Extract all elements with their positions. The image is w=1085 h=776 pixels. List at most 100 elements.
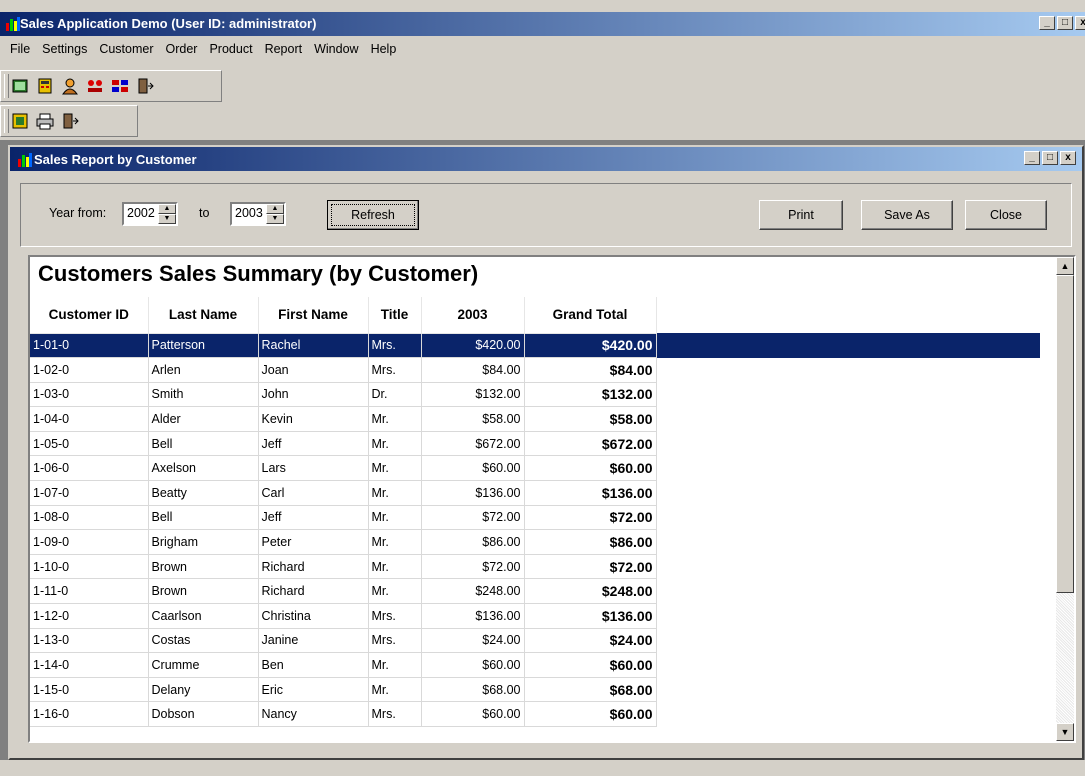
cell-customer-id: 1-11-0 [30,578,149,605]
year-to-up-arrow[interactable]: ▲ [266,204,284,214]
table-row[interactable]: 1-05-0 Bell Jeff Mr. $672.00 $672.00 [30,431,1040,457]
cell-grand-total: $58.00 [524,406,657,432]
close-report-button[interactable]: Close [965,200,1047,230]
menu-product[interactable]: Product [203,42,258,56]
cell-first-name: Nancy [258,701,369,727]
child-maximize-button[interactable]: □ [1042,151,1058,165]
year-from-value[interactable]: 2002 [127,206,155,220]
cell-last-name: Bell [148,505,259,531]
scroll-down-arrow[interactable]: ▼ [1056,723,1074,741]
table-row[interactable]: 1-12-0 Caarlson Christina Mrs. $136.00 $136.0… [30,603,1040,629]
year-from-up-arrow[interactable]: ▲ [158,204,176,214]
year-from-label: Year from: [49,206,107,220]
table-row[interactable]: 1-15-0 Delany Eric Mr. $68.00 $68.00 [30,677,1040,703]
close-button[interactable]: x [1075,16,1085,30]
table-row[interactable]: 1-11-0 Brown Richard Mr. $248.00 $248.00 [30,578,1040,605]
cell-grand-total: $24.00 [524,628,657,654]
cell-grand-total: $136.00 [524,480,657,506]
year-to-spinner[interactable]: 2003 ▲ ▼ [230,202,286,226]
exit-door-icon[interactable] [61,112,79,130]
cell-grand-total: $72.00 [524,505,657,531]
cell-title: Mrs. [368,603,422,629]
scroll-up-arrow[interactable]: ▲ [1056,257,1074,275]
table-row[interactable]: 1-08-0 Bell Jeff Mr. $72.00 $72.00 [30,505,1040,531]
cell-last-name: Alder [148,406,259,432]
maximize-button[interactable]: □ [1057,16,1073,30]
table-row[interactable]: 1-13-0 Costas Janine Mrs. $24.00 $24.00 [30,628,1040,654]
save-as-button[interactable]: Save As [861,200,953,230]
menu-file[interactable]: File [4,42,36,56]
cell-grand-total: $86.00 [524,529,657,555]
cell-title: Mr. [368,677,422,703]
cell-2003: $136.00 [421,480,525,506]
cell-grand-total: $60.00 [524,455,657,482]
cell-last-name: Delany [148,677,259,703]
cell-title: Mr. [368,554,422,580]
table-row[interactable]: 1-06-0 Axelson Lars Mr. $60.00 $60.00 [30,455,1040,482]
year-to-value[interactable]: 2003 [235,206,263,220]
child-window-controls: _ □ x [1022,151,1076,165]
vertical-scrollbar[interactable]: ▲ ▼ [1056,257,1074,741]
cell-last-name: Dobson [148,701,259,727]
child-close-button[interactable]: x [1060,151,1076,165]
cell-grand-total: $68.00 [524,677,657,703]
refresh-button[interactable]: Refresh [327,200,419,230]
col-title: Title [368,297,422,334]
app-title-bar[interactable]: Sales Application Demo (User ID: adminis… [0,12,1085,36]
child-title: Sales Report by Customer [34,152,197,167]
cell-2003: $24.00 [421,628,525,654]
cell-title: Mr. [368,578,422,605]
product-icon[interactable] [111,77,129,95]
cell-2003: $68.00 [421,677,525,703]
cell-title: Mr. [368,406,422,432]
open-book-icon[interactable] [11,77,29,95]
cell-title: Mrs. [368,357,422,383]
menu-help[interactable]: Help [365,42,403,56]
cell-customer-id: 1-05-0 [30,431,149,457]
table-row[interactable]: 1-14-0 Crumme Ben Mr. $60.00 $60.00 [30,652,1040,678]
cell-first-name: Christina [258,603,369,629]
cell-title: Mrs. [368,628,422,654]
cell-grand-total: $132.00 [524,382,657,408]
cell-title: Mr. [368,529,422,555]
table-row[interactable]: 1-09-0 Brigham Peter Mr. $86.00 $86.00 [30,529,1040,555]
cell-customer-id: 1-06-0 [30,455,149,482]
table-row[interactable]: 1-04-0 Alder Kevin Mr. $58.00 $58.00 [30,406,1040,432]
year-from-spinner[interactable]: 2002 ▲ ▼ [122,202,178,226]
customer-icon[interactable] [61,77,79,95]
cell-first-name: Kevin [258,406,369,432]
print-button[interactable]: Print [759,200,843,230]
year-to-label: to [199,206,210,220]
menu-report[interactable]: Report [259,42,309,56]
cell-last-name: Caarlson [148,603,259,629]
minimize-button[interactable]: _ [1039,16,1055,30]
calculator-icon[interactable] [36,77,54,95]
exit-door-icon[interactable] [136,77,154,95]
scroll-thumb[interactable] [1056,275,1074,593]
year-to-down-arrow[interactable]: ▼ [266,214,284,224]
cell-last-name: Crumme [148,652,259,678]
cell-grand-total: $248.00 [524,578,657,605]
print-icon[interactable] [36,112,54,130]
col-customer-id: Customer ID [30,297,149,334]
table-row[interactable]: 1-03-0 Smith John Dr. $132.00 $132.00 [30,382,1040,408]
menu-window[interactable]: Window [308,42,364,56]
child-minimize-button[interactable]: _ [1024,151,1040,165]
cell-customer-id: 1-01-0 [30,333,149,359]
year-from-down-arrow[interactable]: ▼ [158,214,176,224]
order-icon[interactable] [86,77,104,95]
table-row[interactable]: 1-01-0 Patterson Rachel Mrs. $420.00 $420.00 [30,333,1040,359]
cell-first-name: Janine [258,628,369,654]
table-row[interactable]: 1-16-0 Dobson Nancy Mrs. $60.00 $60.00 [30,701,1040,727]
report-icon[interactable] [11,112,29,130]
menu-order[interactable]: Order [160,42,204,56]
cell-last-name: Costas [148,628,259,654]
menu-settings[interactable]: Settings [36,42,93,56]
cell-first-name: Jeff [258,505,369,531]
table-row[interactable]: 1-10-0 Brown Richard Mr. $72.00 $72.00 [30,554,1040,580]
table-row[interactable]: 1-02-0 Arlen Joan Mrs. $84.00 $84.00 [30,357,1040,383]
report-title: Customers Sales Summary (by Customer) [38,261,479,286]
child-title-bar[interactable]: Sales Report by Customer _ □ x [10,147,1082,171]
menu-customer[interactable]: Customer [93,42,159,56]
table-row[interactable]: 1-07-0 Beatty Carl Mr. $136.00 $136.00 [30,480,1040,506]
